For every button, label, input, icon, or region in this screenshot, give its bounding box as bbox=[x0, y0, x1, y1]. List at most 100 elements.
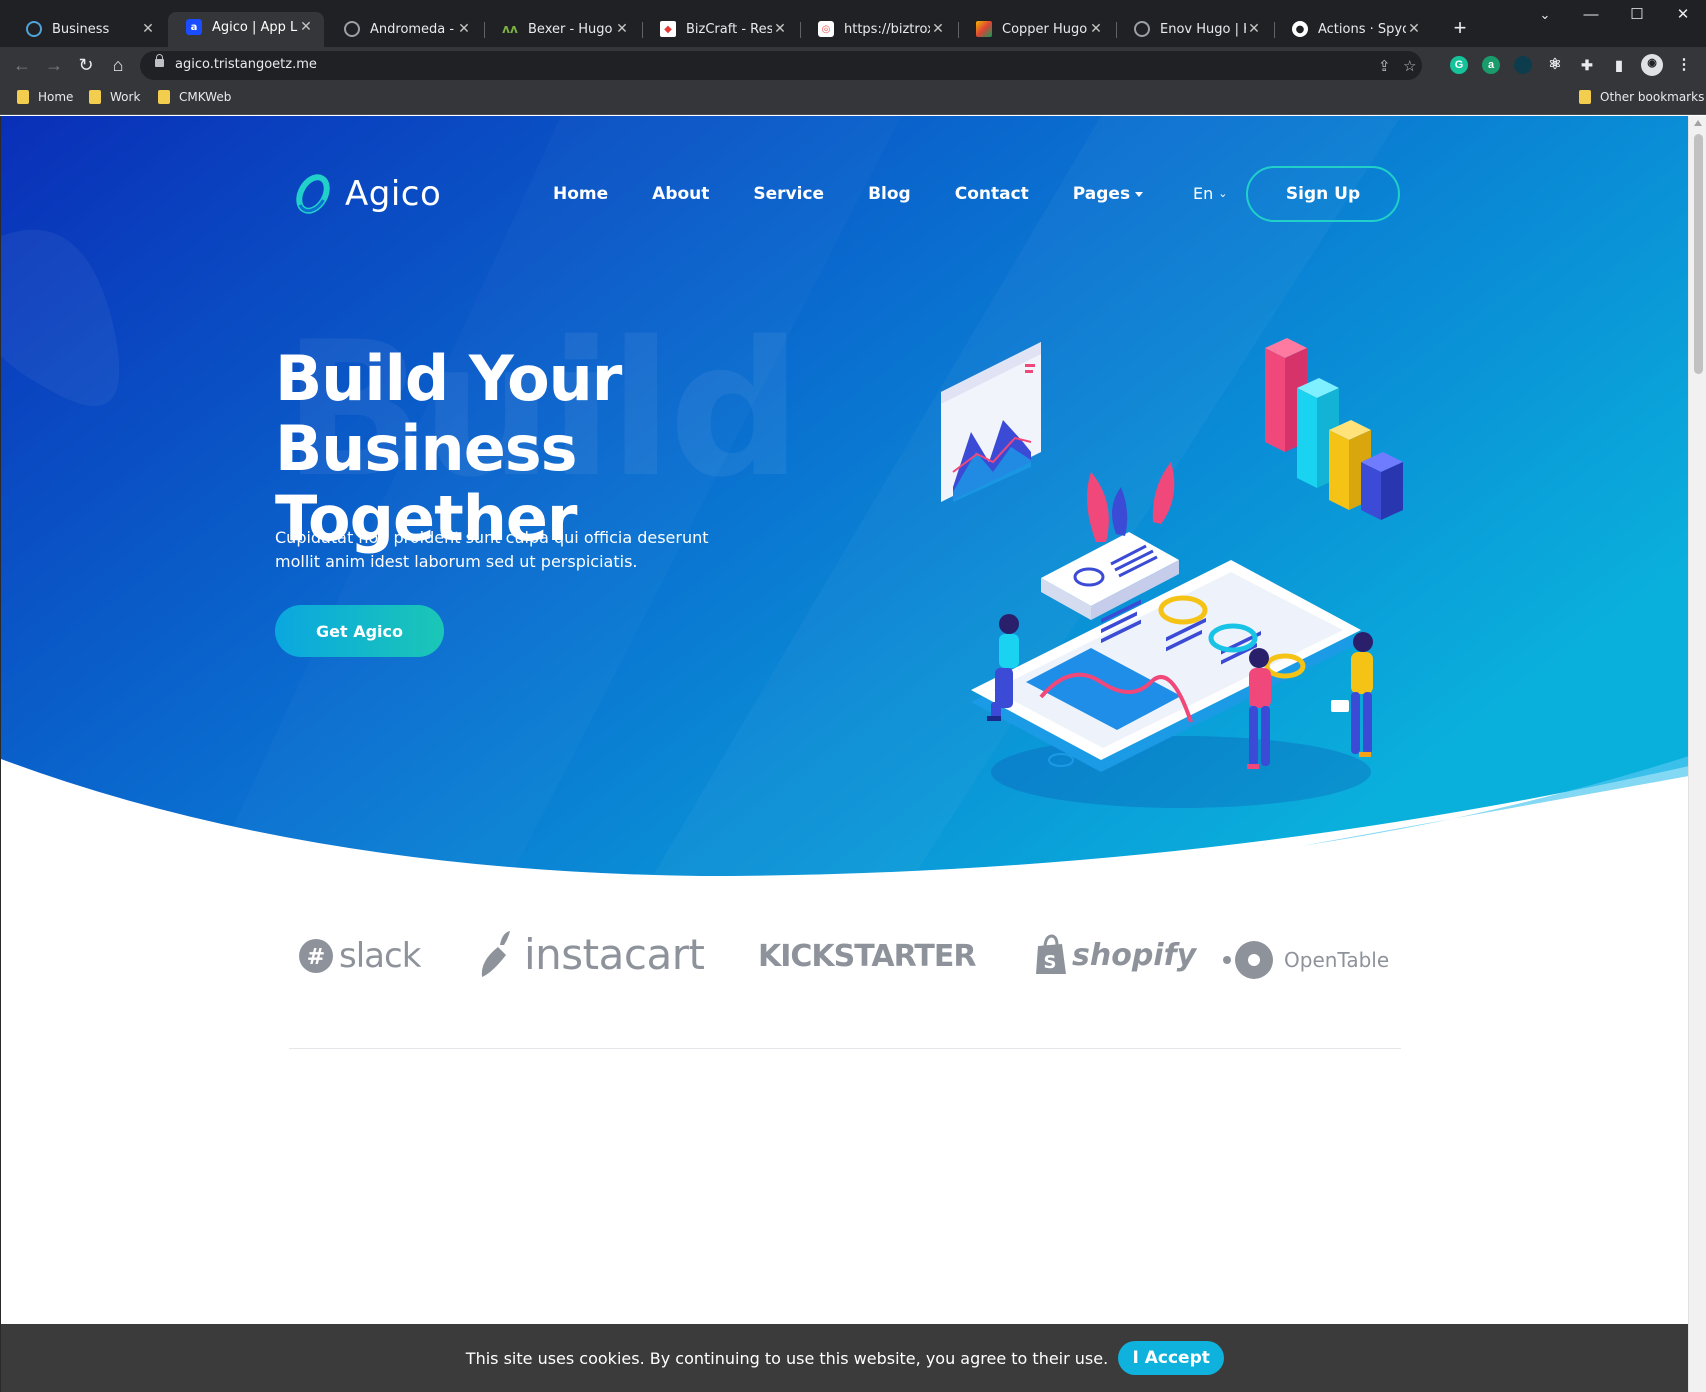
bookmark-label: Other bookmarks bbox=[1600, 90, 1705, 104]
lock-icon bbox=[155, 54, 164, 67]
new-tab-button[interactable]: + bbox=[1447, 16, 1473, 42]
nav-about[interactable]: About bbox=[652, 184, 709, 204]
react-devtools-icon[interactable]: ⚛ bbox=[1546, 56, 1564, 74]
tab-title: Agico | App Landi bbox=[212, 19, 298, 35]
accept-cookies-button[interactable]: I Accept bbox=[1118, 1341, 1225, 1375]
close-icon[interactable]: ✕ bbox=[930, 21, 946, 37]
section-divider bbox=[289, 1048, 1401, 1049]
illustration-shadow bbox=[991, 736, 1371, 808]
brand-name: KICKSTARTER bbox=[758, 939, 976, 974]
tab-enov[interactable]: Enov Hugo | Html ✕ bbox=[1116, 14, 1272, 44]
svg-text:S: S bbox=[1044, 952, 1057, 973]
agico-favicon-icon: a bbox=[186, 19, 202, 35]
page-scrollbar[interactable] bbox=[1688, 116, 1706, 1392]
brand-name: OpenTable bbox=[1284, 948, 1390, 972]
site-logo[interactable]: Agico bbox=[291, 172, 441, 216]
other-bookmarks[interactable]: Other bookmarks bbox=[1579, 90, 1704, 104]
nav-contact[interactable]: Contact bbox=[955, 184, 1029, 204]
close-window-button[interactable]: ✕ bbox=[1660, 0, 1706, 32]
side-panel-icon[interactable]: ▮ bbox=[1610, 56, 1628, 74]
tab-title: Business bbox=[52, 21, 110, 37]
arrow-left-icon: ← bbox=[13, 55, 31, 75]
globe-icon bbox=[26, 21, 42, 37]
language-selector[interactable]: En ⌄ bbox=[1193, 184, 1227, 203]
brand-shopify: S shopify bbox=[1034, 934, 1196, 976]
page-viewport: Agico Home About Service Blog Contact Pa… bbox=[0, 116, 1688, 1392]
kebab-menu-icon[interactable]: ⋮ bbox=[1675, 56, 1693, 74]
scrollbar-thumb[interactable] bbox=[1694, 134, 1703, 374]
tab-title: Bexer - Hugo Busi bbox=[528, 21, 614, 37]
tab-business[interactable]: Business ✕ bbox=[8, 14, 166, 44]
star-icon[interactable]: ☆ bbox=[1403, 57, 1416, 75]
share-icon[interactable]: ⇪ bbox=[1378, 57, 1391, 75]
brand-slack: # slack bbox=[298, 936, 421, 976]
extension-a-icon[interactable]: a bbox=[1482, 56, 1500, 74]
close-icon[interactable]: ✕ bbox=[298, 19, 314, 35]
minimize-button[interactable]: — bbox=[1568, 0, 1614, 32]
brand-instacart: instacart bbox=[476, 930, 705, 979]
agico-logo-icon bbox=[296, 174, 330, 214]
close-icon[interactable]: ✕ bbox=[1406, 21, 1422, 37]
close-icon[interactable]: ✕ bbox=[140, 21, 156, 37]
cookie-consent-bar: This site uses cookies. By continuing to… bbox=[1, 1324, 1688, 1392]
reload-button[interactable]: ↻ bbox=[73, 52, 99, 78]
back-button[interactable]: ← bbox=[9, 52, 35, 78]
puzzle-icon[interactable]: ✚ bbox=[1578, 56, 1596, 74]
address-bar[interactable]: agico.tristangoetz.me ⇪ ☆ bbox=[140, 51, 1422, 80]
folder-icon bbox=[158, 90, 170, 104]
folder-icon bbox=[89, 90, 101, 104]
nav-blog[interactable]: Blog bbox=[868, 184, 911, 204]
bookmark-label: CMKWeb bbox=[179, 90, 232, 104]
globe-icon bbox=[344, 21, 360, 37]
bookmark-cmkweb[interactable]: CMKWeb bbox=[158, 90, 231, 104]
folder-icon bbox=[17, 90, 29, 104]
tab-andromeda[interactable]: Andromeda - Soft ✕ bbox=[326, 14, 482, 44]
tab-bizcraft[interactable]: ◆ BizCraft - Respon ✕ bbox=[642, 14, 798, 44]
grammarly-extension-icon[interactable]: G bbox=[1450, 56, 1468, 74]
close-icon[interactable]: ✕ bbox=[1246, 21, 1262, 37]
get-agico-button[interactable]: Get Agico bbox=[275, 605, 444, 657]
close-icon[interactable]: ✕ bbox=[772, 21, 788, 37]
biztrox-favicon-icon: ◎ bbox=[818, 21, 834, 37]
forward-button[interactable]: → bbox=[41, 52, 67, 78]
tab-bexer[interactable]: ʌʌ Bexer - Hugo Busi ✕ bbox=[484, 14, 640, 44]
tab-title: https://biztrox.tris bbox=[844, 21, 930, 37]
hero-section: Agico Home About Service Blog Contact Pa… bbox=[1, 116, 1688, 896]
arrow-right-icon: → bbox=[45, 55, 63, 75]
tab-title: BizCraft - Respon bbox=[686, 21, 772, 37]
brand-kickstarter: KICKSTARTER bbox=[758, 939, 976, 974]
tab-search-icon[interactable]: ⌄ bbox=[1522, 0, 1568, 32]
tab-copper[interactable]: Copper Hugo - Sc ✕ bbox=[958, 14, 1114, 44]
extension-dot-icon[interactable] bbox=[1514, 56, 1532, 74]
bookmarks-bar: Home Work CMKWeb Other bookmarks bbox=[0, 84, 1706, 115]
brand-name: instacart bbox=[524, 930, 705, 979]
brand-name: shopify bbox=[1072, 937, 1197, 973]
url-text[interactable]: agico.tristangoetz.me bbox=[175, 57, 317, 72]
3d-bars bbox=[1265, 338, 1403, 520]
tab-title: Enov Hugo | Html bbox=[1160, 21, 1246, 37]
nav-pages[interactable]: Pages bbox=[1073, 184, 1144, 204]
globe-icon bbox=[1134, 21, 1150, 37]
bexer-favicon-icon: ʌʌ bbox=[502, 22, 518, 36]
home-button[interactable]: ⌂ bbox=[105, 52, 131, 78]
logo-text: Agico bbox=[345, 174, 442, 214]
tab-biztrox[interactable]: ◎ https://biztrox.tris ✕ bbox=[800, 14, 956, 44]
scroll-up-arrow-icon[interactable] bbox=[1694, 120, 1702, 126]
avatar[interactable]: ◉ bbox=[1641, 54, 1663, 76]
maximize-button[interactable]: ☐ bbox=[1614, 0, 1660, 32]
bookmark-work[interactable]: Work bbox=[89, 90, 140, 104]
bookmark-home[interactable]: Home bbox=[17, 90, 73, 104]
nav-service[interactable]: Service bbox=[753, 184, 824, 204]
tab-actions[interactable]: ● Actions · SpyderH ✕ bbox=[1274, 14, 1432, 44]
hero-illustration bbox=[941, 338, 1403, 808]
browser-toolbar: ← → ↻ ⌂ agico.tristangoetz.me ⇪ ☆ G a ⚛ … bbox=[0, 47, 1706, 84]
close-icon[interactable]: ✕ bbox=[1088, 21, 1104, 37]
close-icon[interactable]: ✕ bbox=[614, 21, 630, 37]
nav-home[interactable]: Home bbox=[553, 184, 608, 204]
bizcraft-favicon-icon: ◆ bbox=[660, 21, 676, 37]
sign-up-button[interactable]: Sign Up bbox=[1246, 166, 1400, 222]
brand-name: slack bbox=[339, 936, 421, 976]
close-icon[interactable]: ✕ bbox=[456, 21, 472, 37]
hero-subtitle: Cupidatat non proident sunt culpa qui of… bbox=[275, 528, 709, 571]
brand-logos-row: # slack instacart KICKSTARTER S shopify bbox=[1, 930, 1688, 1016]
